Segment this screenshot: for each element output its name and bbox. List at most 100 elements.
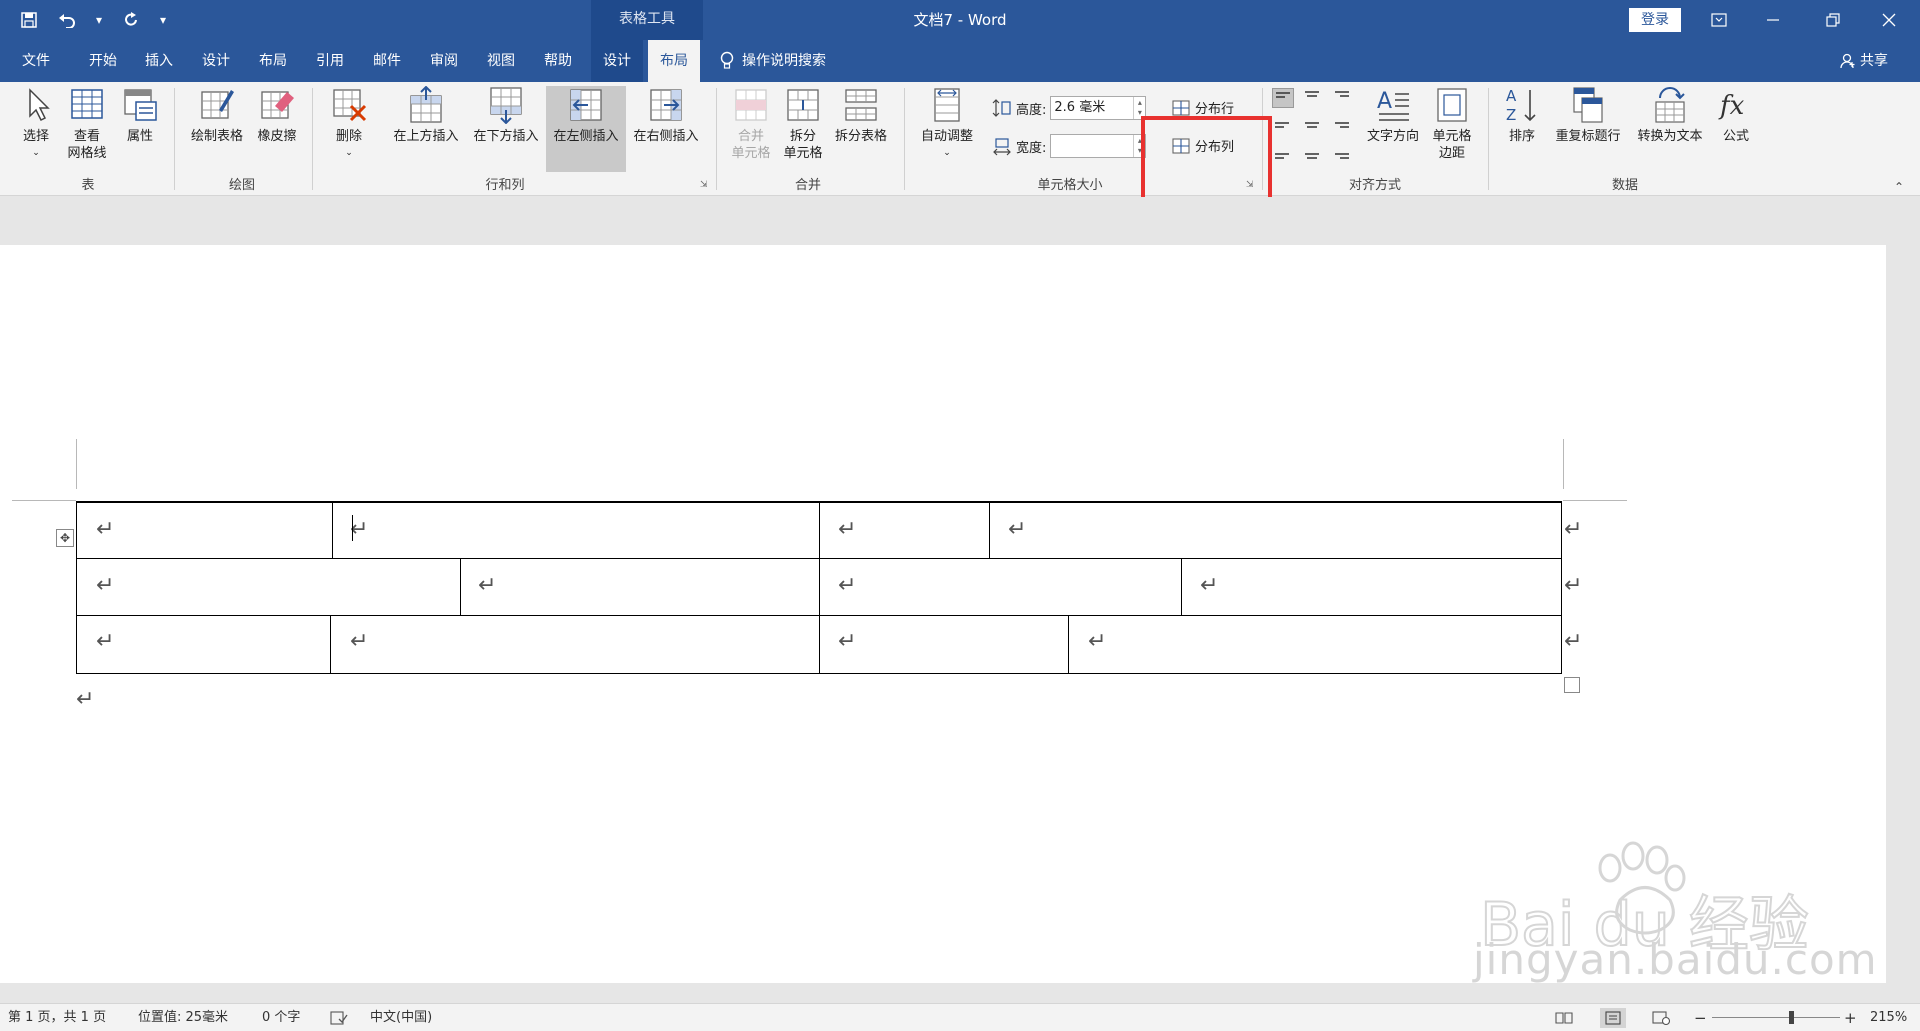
undo-dropdown-icon[interactable]: ▾ xyxy=(90,6,108,34)
save-icon[interactable] xyxy=(14,6,44,34)
tab-insert[interactable]: 插入 xyxy=(134,40,184,82)
align-top-center-icon xyxy=(1305,91,1319,97)
close-icon[interactable] xyxy=(1866,0,1912,40)
align-bottom-center-button[interactable] xyxy=(1302,144,1324,164)
table-cell-r3c4[interactable]: ↵ xyxy=(1088,631,1106,653)
insert-left-button[interactable]: 在左侧插入 xyxy=(546,86,626,172)
rows-cols-launcher-icon[interactable]: ⇲ xyxy=(700,180,710,190)
table-cell-r2c1[interactable]: ↵ xyxy=(96,575,114,597)
align-top-right-button[interactable] xyxy=(1332,88,1354,108)
zoom-in-icon[interactable]: + xyxy=(1844,1004,1857,1031)
table-resize-handle[interactable] xyxy=(1564,677,1580,693)
insert-right-button[interactable]: 在右侧插入 xyxy=(626,86,706,145)
height-spinner[interactable]: ▴ ▾ xyxy=(1133,97,1145,119)
proofing-icon[interactable] xyxy=(330,1004,348,1031)
tab-table-design[interactable]: 设计 xyxy=(591,40,643,82)
tab-view[interactable]: 视图 xyxy=(476,40,526,82)
table-cell-r3c3[interactable]: ↵ xyxy=(838,631,856,653)
table-cell-r1c4[interactable]: ↵ xyxy=(1008,519,1026,541)
properties-button[interactable]: 属性 xyxy=(118,86,162,145)
view-gridlines-button[interactable]: 查看 网格线 xyxy=(62,86,112,162)
height-input[interactable]: 2.6 毫米 ▴ ▾ xyxy=(1050,96,1147,120)
login-button[interactable]: 登录 xyxy=(1629,8,1681,32)
tab-review[interactable]: 审阅 xyxy=(419,40,469,82)
width-spinner[interactable]: ▴ ▾ xyxy=(1133,135,1145,157)
zoom-level[interactable]: 215% xyxy=(1870,1004,1907,1031)
draw-table-button[interactable]: 绘制表格 xyxy=(184,86,250,145)
table-cell-r1c1[interactable]: ↵ xyxy=(96,519,114,541)
restore-icon[interactable] xyxy=(1810,0,1856,40)
share-button[interactable]: 共享 xyxy=(1840,40,1888,82)
width-input[interactable]: ▴ ▾ xyxy=(1050,134,1147,158)
tab-layout[interactable]: 布局 xyxy=(248,40,298,82)
autofit-button[interactable]: 自动调整 ⌄ xyxy=(912,86,982,162)
undo-icon[interactable] xyxy=(52,6,82,34)
zoom-slider-track[interactable] xyxy=(1712,1017,1840,1018)
insert-below-icon xyxy=(490,87,522,124)
cell-size-launcher-icon[interactable]: ⇲ xyxy=(1246,180,1256,190)
page-count[interactable]: 第 1 页，共 1 页 xyxy=(8,1004,106,1031)
split-cells-button[interactable]: 拆分 单元格 xyxy=(778,86,828,162)
split-table-button[interactable]: 拆分表格 xyxy=(828,86,894,145)
merge-cells-label-1: 合并 xyxy=(737,129,764,144)
column-width-icon xyxy=(993,138,1011,156)
align-top-center-button[interactable] xyxy=(1302,88,1324,108)
table-cell-r1c3[interactable]: ↵ xyxy=(838,519,856,541)
paragraph-mark[interactable]: ↵ xyxy=(76,689,94,711)
vertical-scrollbar[interactable] xyxy=(1886,197,1920,1003)
table-cell-r3c2[interactable]: ↵ xyxy=(350,631,368,653)
distribute-columns-button[interactable]: 分布列 xyxy=(1172,136,1234,155)
table-cell-r2c2[interactable]: ↵ xyxy=(478,575,496,597)
ribbon-display-options-icon[interactable] xyxy=(1696,0,1742,40)
tell-me-search[interactable]: 操作说明搜索 xyxy=(720,40,826,82)
convert-to-text-button[interactable]: 转换为文本 xyxy=(1630,86,1710,145)
formula-button[interactable]: fx 公式 xyxy=(1714,86,1758,145)
delete-button[interactable]: 删除 ⌄ xyxy=(324,86,374,162)
redo-icon[interactable] xyxy=(116,6,146,34)
customize-qat-icon[interactable]: ▾ xyxy=(154,6,172,34)
web-layout-icon[interactable] xyxy=(1648,1008,1674,1028)
tab-references[interactable]: 引用 xyxy=(305,40,355,82)
align-middle-right-button[interactable] xyxy=(1332,116,1354,136)
text-direction-button[interactable]: A 文字方向 xyxy=(1360,86,1426,145)
select-button[interactable]: 选择 ⌄ xyxy=(16,86,56,162)
position-value[interactable]: 位置值: 25毫米 xyxy=(138,1004,228,1031)
insert-below-button[interactable]: 在下方插入 xyxy=(466,86,546,145)
align-top-left-button[interactable] xyxy=(1272,88,1294,108)
table-tools-context-label: 表格工具 xyxy=(591,0,703,40)
table-cell-r3c1[interactable]: ↵ xyxy=(96,631,114,653)
insert-below-label: 在下方插入 xyxy=(473,129,539,144)
distribute-rows-button[interactable]: 分布行 xyxy=(1172,98,1234,117)
tab-home[interactable]: 开始 xyxy=(78,40,128,82)
insert-above-button[interactable]: 在上方插入 xyxy=(386,86,466,145)
zoom-slider-thumb[interactable] xyxy=(1789,1011,1794,1024)
tab-help[interactable]: 帮助 xyxy=(533,40,583,82)
cell-margins-button[interactable]: 单元格 边距 xyxy=(1426,86,1478,162)
convert-to-text-icon xyxy=(1655,87,1685,123)
align-middle-left-button[interactable] xyxy=(1272,116,1294,136)
cell-margins-label-1: 单元格 xyxy=(1432,129,1472,144)
merge-cells-button[interactable]: 合并 单元格 xyxy=(726,86,776,162)
eraser-button[interactable]: 橡皮擦 xyxy=(252,86,302,145)
read-mode-icon[interactable] xyxy=(1551,1008,1577,1028)
align-bottom-left-button[interactable] xyxy=(1272,144,1294,164)
tab-design[interactable]: 设计 xyxy=(191,40,241,82)
language[interactable]: 中文(中国) xyxy=(370,1004,432,1031)
sort-button[interactable]: AZ 排序 xyxy=(1502,86,1542,145)
tab-file[interactable]: 文件 xyxy=(10,40,62,82)
repeat-header-rows-button[interactable]: 重复标题行 xyxy=(1548,86,1628,145)
table-cell-r2c4[interactable]: ↵ xyxy=(1200,575,1218,597)
document-page[interactable]: ✥ ↵ ↵ ↵ ↵ ↵ ↵ ↵ ↵ ↵ ↵ ↵ ↵ ↵ ↵ ↵ ↵ xyxy=(0,245,1886,983)
align-bottom-right-button[interactable] xyxy=(1332,144,1354,164)
print-layout-icon[interactable] xyxy=(1600,1008,1626,1028)
tab-mailings[interactable]: 邮件 xyxy=(362,40,412,82)
table-cell-r2c3[interactable]: ↵ xyxy=(838,575,856,597)
minimize-icon[interactable] xyxy=(1750,0,1796,40)
align-middle-center-button[interactable] xyxy=(1302,116,1324,136)
zoom-out-icon[interactable]: − xyxy=(1694,1004,1707,1031)
tab-table-layout[interactable]: 布局 xyxy=(648,40,700,82)
word-count[interactable]: 0 个字 xyxy=(262,1004,300,1031)
table-move-handle-icon[interactable]: ✥ xyxy=(56,529,74,547)
collapse-ribbon-icon[interactable]: ⌃ xyxy=(1894,180,1904,194)
document-workspace: ✥ ↵ ↵ ↵ ↵ ↵ ↵ ↵ ↵ ↵ ↵ ↵ ↵ ↵ ↵ ↵ ↵ xyxy=(0,197,1920,1003)
